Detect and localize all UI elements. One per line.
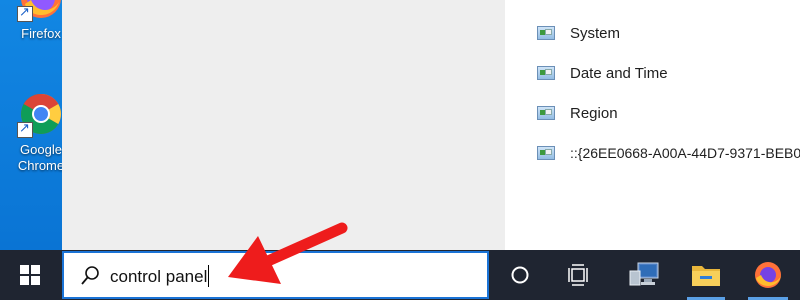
result-item-clsid[interactable]: ::{26EE0668-A00A-44D7-9371-BEB064C98683} — [537, 141, 800, 165]
task-view-icon — [568, 264, 588, 286]
search-query-text: control panel — [110, 267, 208, 286]
windows-logo-icon — [20, 265, 40, 285]
firefox-icon — [755, 262, 781, 288]
control-panel-icon — [537, 106, 555, 120]
result-label: Date and Time — [570, 64, 668, 82]
file-explorer-button[interactable] — [683, 250, 729, 300]
start-button[interactable] — [0, 250, 60, 300]
control-panel-icon — [537, 146, 555, 160]
result-label: ::{26EE0668-A00A-44D7-9371-BEB064C98683} — [570, 145, 800, 161]
taskbar: control panel — [0, 250, 800, 300]
task-view-button[interactable] — [556, 250, 600, 300]
control-panel-icon — [537, 66, 555, 80]
result-item-system[interactable]: System — [537, 21, 620, 45]
search-results-pane: System Date and Time Region ::{26EE0668-… — [505, 0, 800, 250]
result-label: Region — [570, 104, 618, 122]
shortcut-arrow-icon — [17, 4, 33, 22]
start-menu-left-pane — [62, 0, 507, 250]
cortana-button[interactable] — [498, 250, 542, 300]
folder-icon — [692, 266, 720, 286]
result-item-region[interactable]: Region — [537, 101, 618, 125]
circle-icon — [511, 266, 529, 284]
computer-app-button[interactable] — [618, 250, 670, 300]
chrome-icon — [17, 90, 65, 138]
taskbar-search-box[interactable]: control panel — [62, 251, 489, 299]
shortcut-arrow-icon — [17, 120, 33, 138]
text-caret — [208, 265, 210, 287]
control-panel-icon — [537, 26, 555, 40]
search-input[interactable]: control panel — [110, 265, 210, 287]
firefox-taskbar-button[interactable] — [744, 250, 792, 300]
result-label: System — [570, 24, 621, 42]
result-item-date-and-time[interactable]: Date and Time — [537, 61, 668, 85]
computer-icon — [629, 262, 659, 286]
search-icon — [81, 266, 99, 285]
firefox-icon — [17, 0, 65, 22]
